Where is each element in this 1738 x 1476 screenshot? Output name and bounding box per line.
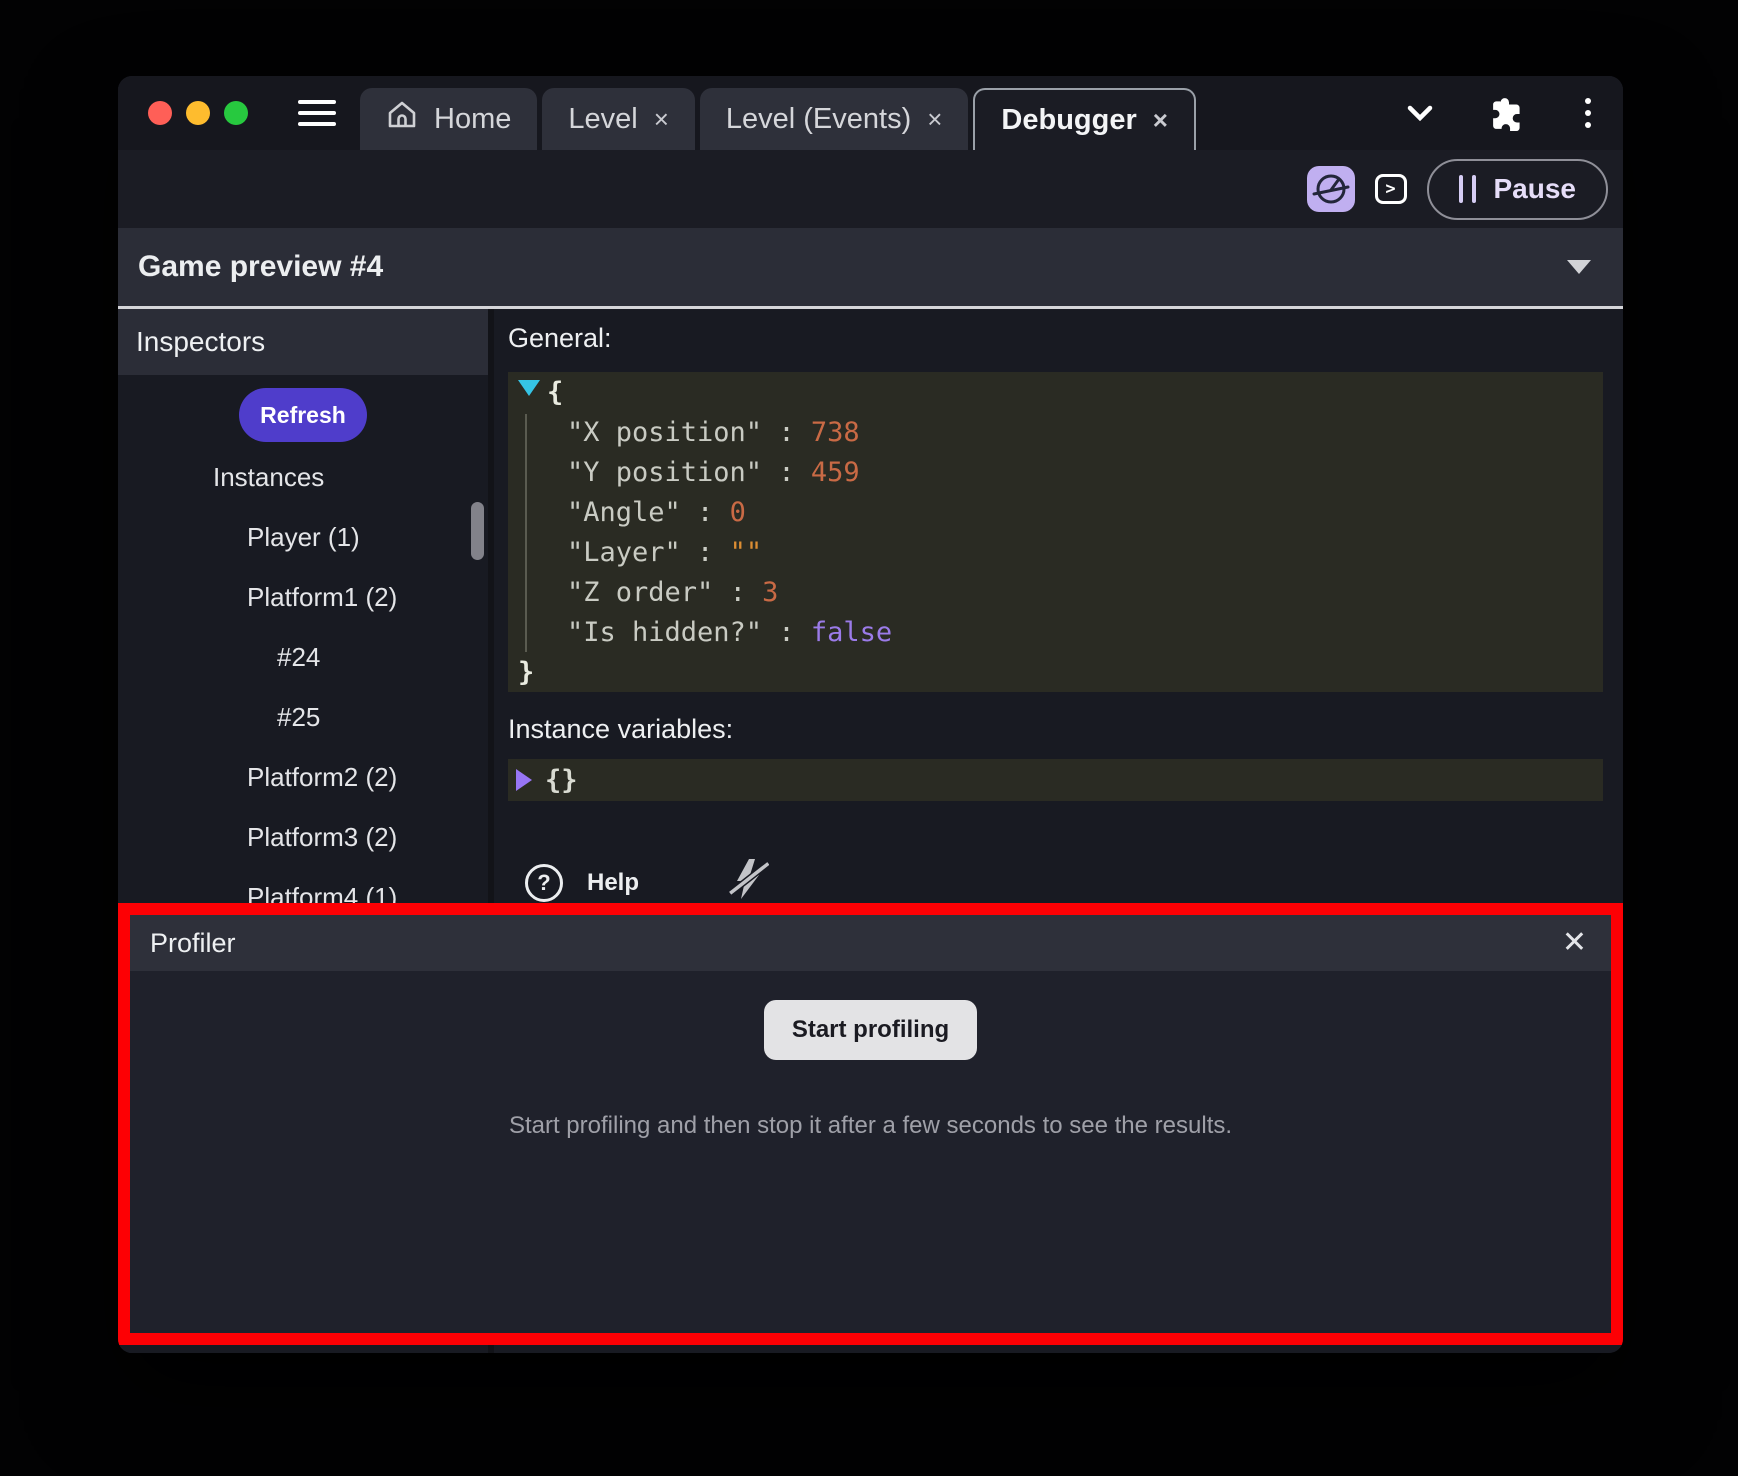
profiler-toggle-button[interactable] <box>1307 166 1355 212</box>
zoom-window-button[interactable] <box>224 101 248 125</box>
tree-item-instances[interactable]: Instances <box>118 447 488 507</box>
profiler-panel: Profiler ✕ Start profiling Start profili… <box>118 903 1623 1345</box>
tab-debugger[interactable]: Debugger × <box>973 88 1196 150</box>
profiler-hint-text: Start profiling and then stop it after a… <box>509 1112 1232 1140</box>
pause-label: Pause <box>1494 173 1577 205</box>
tab-level[interactable]: Level × <box>542 88 695 150</box>
tab-label: Level (Events) <box>726 103 911 136</box>
sidebar-scrollbar-thumb[interactable] <box>471 502 484 560</box>
game-preview-header[interactable]: Game preview #4 <box>118 228 1623 306</box>
expand-triangle-icon[interactable] <box>516 769 532 791</box>
json-entry: "Is hidden?" : false <box>508 617 892 648</box>
instance-variables-label: Instance variables: <box>508 714 1603 745</box>
pause-icon <box>1459 175 1476 203</box>
general-json-view: { "X position" : 738 "Y position" : 459 … <box>508 372 1603 692</box>
profiler-body: Start profiling Start profiling and then… <box>130 971 1611 1140</box>
tree-item-platform3[interactable]: Platform3 (2) <box>118 807 488 867</box>
help-label[interactable]: Help <box>587 869 639 897</box>
help-icon[interactable]: ? <box>525 864 563 902</box>
help-row: ? Help <box>508 857 1603 908</box>
game-preview-title: Game preview #4 <box>138 250 383 284</box>
start-profiling-button[interactable]: Start profiling <box>764 1000 977 1060</box>
close-brace: } <box>508 657 534 688</box>
refresh-button[interactable]: Refresh <box>239 388 367 442</box>
dropdown-caret-icon[interactable] <box>1567 260 1591 274</box>
profiler-header: Profiler ✕ <box>130 915 1611 971</box>
tab-bar: Home Level × Level (Events) × Debugger × <box>360 88 1196 150</box>
speedometer-icon <box>1312 170 1350 208</box>
minimize-window-button[interactable] <box>186 101 210 125</box>
pause-button[interactable]: Pause <box>1427 159 1609 220</box>
tree-item-25[interactable]: #25 <box>118 687 488 747</box>
kebab-menu-icon[interactable] <box>1585 98 1591 128</box>
debugger-toolbar: > Pause <box>118 150 1623 228</box>
tree-item-platform2[interactable]: Platform2 (2) <box>118 747 488 807</box>
json-entry: "Angle" : 0 <box>508 497 746 528</box>
title-bar: Home Level × Level (Events) × Debugger × <box>118 76 1623 150</box>
close-tab-icon[interactable]: × <box>1153 107 1168 133</box>
profiler-title: Profiler <box>150 928 236 959</box>
general-label: General: <box>508 323 1603 354</box>
hamburger-menu-icon[interactable] <box>298 100 336 126</box>
json-entry: "Z order" : 3 <box>508 577 778 608</box>
json-entry: "Y position" : 459 <box>508 457 860 488</box>
traffic-lights <box>148 101 248 125</box>
app-window: Home Level × Level (Events) × Debugger × <box>118 76 1623 1353</box>
inspectors-header: Inspectors <box>118 309 488 375</box>
close-tab-icon[interactable]: × <box>654 106 669 132</box>
json-entry: "X position" : 738 <box>508 417 860 448</box>
tree-item-platform1[interactable]: Platform1 (2) <box>118 567 488 627</box>
json-entry: "Layer" : "" <box>508 537 762 568</box>
instance-variables-json-view: {} <box>508 759 1603 801</box>
lightning-off-icon[interactable] <box>727 857 769 908</box>
close-tab-icon[interactable]: × <box>927 106 942 132</box>
chevron-down-icon[interactable] <box>1407 105 1433 121</box>
tab-label: Level <box>568 103 637 136</box>
titlebar-actions <box>1407 76 1591 150</box>
tree-item-player[interactable]: Player (1) <box>118 507 488 567</box>
instance-variables-value: {} <box>532 765 578 796</box>
close-profiler-icon[interactable]: ✕ <box>1562 928 1587 958</box>
instances-tree: Instances Player (1) Platform1 (2) #24 #… <box>118 447 488 927</box>
extensions-puzzle-icon[interactable] <box>1491 95 1527 131</box>
tab-label: Debugger <box>1001 104 1136 137</box>
tree-item-24[interactable]: #24 <box>118 627 488 687</box>
close-window-button[interactable] <box>148 101 172 125</box>
home-icon <box>386 99 418 139</box>
tab-label: Home <box>434 103 511 136</box>
console-button[interactable]: > <box>1375 174 1407 204</box>
collapse-triangle-icon[interactable] <box>518 380 540 396</box>
indent-guide <box>525 414 527 652</box>
tab-level-events[interactable]: Level (Events) × <box>700 88 969 150</box>
tab-home[interactable]: Home <box>360 88 537 150</box>
